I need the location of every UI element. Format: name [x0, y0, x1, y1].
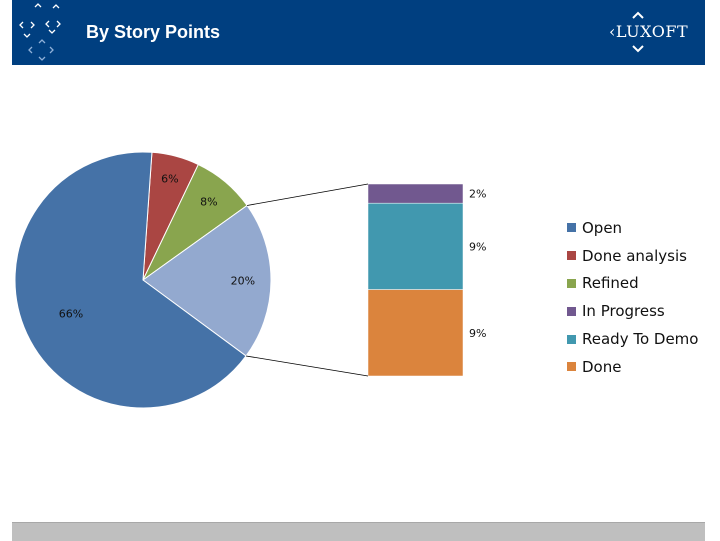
legend-label: Done analysis: [582, 246, 687, 265]
legend-swatch: [567, 251, 576, 261]
bar-data-label: 2%: [469, 188, 486, 201]
legend-item: Refined: [567, 270, 698, 298]
legend-item: Ready To Demo: [567, 325, 698, 353]
legend-swatch: [567, 223, 576, 233]
bar-segment-in-progress: [367, 183, 464, 204]
legend-swatch: [567, 278, 576, 288]
legend-label: Open: [582, 218, 623, 237]
legend-item: In Progress: [567, 297, 698, 325]
pie-data-label: 6%: [161, 173, 178, 186]
bar-data-label: 9%: [469, 240, 486, 253]
bar-segment-done: [367, 289, 464, 377]
legend-label: Refined: [582, 274, 639, 293]
legend-swatch: [567, 306, 576, 316]
legend-label: Ready To Demo: [582, 330, 699, 349]
connector-line-bottom: [245, 355, 369, 377]
legend-item: Open: [567, 214, 698, 242]
pie-data-label: 66%: [59, 307, 83, 320]
legend-swatch: [567, 362, 576, 372]
slide-footer: [12, 522, 705, 541]
legend-swatch: [567, 334, 576, 344]
bar-data-label: 9%: [469, 327, 486, 340]
legend-item: Done analysis: [567, 242, 698, 270]
legend-item: Done: [567, 353, 698, 381]
legend-label: In Progress: [582, 302, 665, 321]
pie-data-label: 8%: [200, 196, 217, 209]
chart-legend: Open Done analysis Refined In Progress Ready…: [567, 214, 698, 381]
bar-segment-ready-to-demo: [367, 202, 464, 290]
connector-line-top: [247, 183, 369, 206]
legend-label: Done: [582, 357, 622, 376]
pie-data-label: 20%: [231, 275, 255, 288]
